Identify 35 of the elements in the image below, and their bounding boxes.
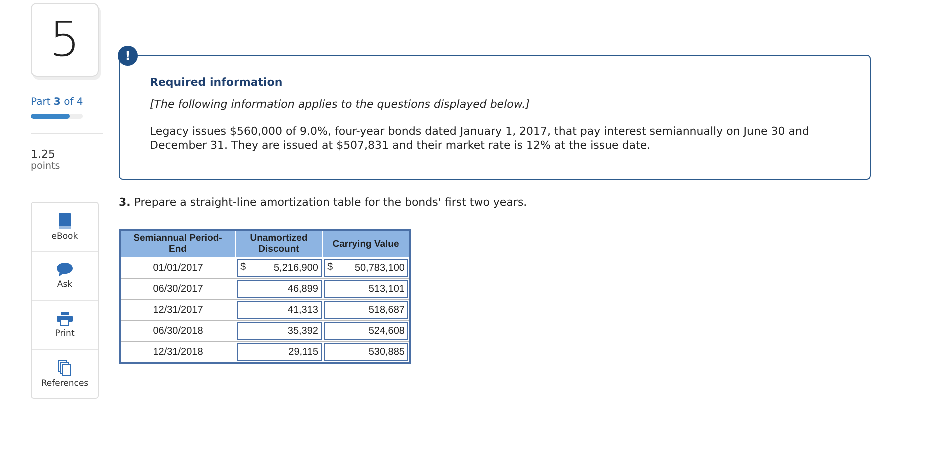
question-number: 5 <box>31 3 99 77</box>
answer-field[interactable]: 46,899 <box>236 280 322 298</box>
table-cell-text: 12/31/2018 <box>152 346 204 358</box>
tool-link[interactable]: Print <box>32 301 98 350</box>
chat-icon <box>57 262 73 276</box>
column-header: Unamortized Discount <box>236 230 322 258</box>
table-cell-text: 12/31/2017 <box>152 304 204 316</box>
points-label: points <box>31 161 62 172</box>
part-label: Part 3 of 4 <box>31 97 84 108</box>
info-text: Legacy issues $560,000 of 9.0%, four-year bonds dated January 1, 2017, that pay interest semiannually on June 30 and December 31. They are issued at $507,831 and their market rate is 12% at the issue date. <box>150 125 810 153</box>
tool-link[interactable]: eBook <box>32 203 98 252</box>
column-header: Semiannual Period-End <box>120 230 236 258</box>
alert-badge: ! <box>118 46 138 66</box>
question-text: 3. Prepare a straight-line amortization table for the bonds' first two years. <box>119 196 528 209</box>
book-icon <box>58 212 72 228</box>
answer-field[interactable]: 518,687 <box>324 301 408 319</box>
currency-symbol: $ <box>240 262 246 274</box>
tool-link[interactable]: Ask <box>32 252 98 301</box>
info-title: Required information <box>150 76 284 89</box>
tool-link[interactable]: References <box>32 350 98 398</box>
answer-field[interactable]: 513,101 <box>324 280 408 298</box>
points-value: 1.25 <box>31 148 56 161</box>
table-cell-text: 01/01/2017 <box>152 262 204 274</box>
answer-field[interactable]: 524,608 <box>324 322 408 340</box>
documents-icon <box>58 360 72 376</box>
info-note: [The following information applies to the questions displayed below.] <box>150 98 531 111</box>
printer-icon <box>57 312 73 326</box>
answer-field[interactable]: 35,392 <box>236 322 322 340</box>
answer-field[interactable]: 29,115 <box>236 343 322 361</box>
currency-symbol: $ <box>328 262 334 274</box>
table-cell-text: 06/30/2017 <box>152 284 204 294</box>
table-cell-text: 06/30/2018 <box>152 326 204 336</box>
column-header: Carrying Value <box>322 230 410 258</box>
answer-field[interactable]: 530,885 <box>324 343 408 361</box>
answer-field[interactable]: 41,313 <box>236 301 322 319</box>
